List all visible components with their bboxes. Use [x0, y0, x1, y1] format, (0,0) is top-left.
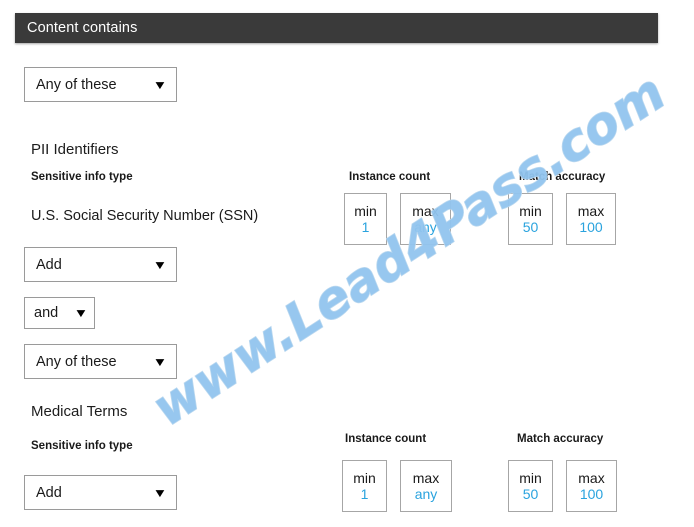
instance-count-min-label-medical: min	[353, 469, 376, 486]
chevron-down-icon: ▼	[73, 306, 89, 320]
condition-selector-top-dropdown[interactable]: Any of these ▼	[24, 67, 177, 102]
operator-selector-dropdown[interactable]: and ▼	[24, 297, 95, 329]
condition-selector-second-dropdown[interactable]: Any of these ▼	[24, 344, 177, 379]
match-accuracy-max-label-pii: max	[577, 202, 605, 219]
instance-count-max-label-medical: max	[412, 469, 440, 486]
match-accuracy-max-field-pii[interactable]: max 100	[566, 193, 616, 245]
match-accuracy-min-value-pii: 50	[522, 219, 539, 235]
instance-count-header-medical: Instance count	[345, 433, 427, 445]
condition-selector-top-label: Any of these	[36, 76, 117, 93]
match-accuracy-min-label-pii: min	[519, 202, 542, 219]
chevron-down-icon: ▼	[152, 354, 168, 369]
add-sensitive-info-type-dropdown-pii[interactable]: Add ▼	[24, 247, 177, 282]
match-accuracy-header-pii: Match accuracy	[519, 171, 606, 183]
match-accuracy-max-value-medical: 100	[579, 486, 604, 502]
instance-count-max-value-medical: any	[414, 486, 438, 502]
instance-count-min-field-medical[interactable]: min 1	[342, 460, 387, 512]
panel-header-bar: Content contains	[15, 13, 658, 43]
sensitive-info-type-value-pii: U.S. Social Security Number (SSN)	[31, 208, 259, 224]
instance-count-min-value-pii: 1	[361, 219, 370, 235]
add-dropdown-label-pii: Add	[36, 256, 62, 273]
chevron-down-icon: ▼	[152, 77, 168, 92]
instance-count-min-field-pii[interactable]: min 1	[344, 193, 387, 245]
instance-count-max-field-pii[interactable]: max any	[400, 193, 451, 245]
match-accuracy-min-label-medical: min	[519, 469, 542, 486]
sensitive-info-type-label-pii: Sensitive info type	[31, 171, 133, 183]
group-heading-pii-identifiers: PII Identifiers	[31, 141, 119, 158]
instance-count-min-label-pii: min	[354, 202, 377, 219]
page-title: Content contains	[27, 20, 138, 36]
match-accuracy-min-value-medical: 50	[522, 486, 539, 502]
match-accuracy-max-field-medical[interactable]: max 100	[566, 460, 617, 512]
add-dropdown-label-medical: Add	[36, 484, 62, 501]
instance-count-max-label-pii: max	[412, 202, 439, 219]
match-accuracy-header-medical: Match accuracy	[517, 433, 604, 445]
sensitive-info-type-label-medical: Sensitive info type	[31, 440, 133, 452]
match-accuracy-min-field-pii[interactable]: min 50	[508, 193, 553, 245]
chevron-down-icon: ▼	[152, 257, 168, 272]
watermark: www.Lead4Pass.com	[142, 62, 677, 439]
add-sensitive-info-type-dropdown-medical[interactable]: Add ▼	[24, 475, 177, 510]
instance-count-min-value-medical: 1	[360, 486, 369, 502]
operator-selector-label: and	[34, 305, 59, 321]
instance-count-max-field-medical[interactable]: max any	[400, 460, 452, 512]
chevron-down-icon: ▼	[152, 485, 168, 500]
match-accuracy-min-field-medical[interactable]: min 50	[508, 460, 553, 512]
instance-count-header-pii: Instance count	[349, 171, 431, 183]
content-contains-panel: Content contains Any of these ▼ PII Iden…	[0, 0, 694, 527]
match-accuracy-max-label-medical: max	[578, 469, 605, 486]
match-accuracy-max-value-pii: 100	[579, 219, 603, 235]
instance-count-max-value-pii: any	[414, 219, 437, 235]
group-heading-medical-terms: Medical Terms	[31, 403, 128, 420]
condition-selector-second-label: Any of these	[36, 353, 117, 370]
